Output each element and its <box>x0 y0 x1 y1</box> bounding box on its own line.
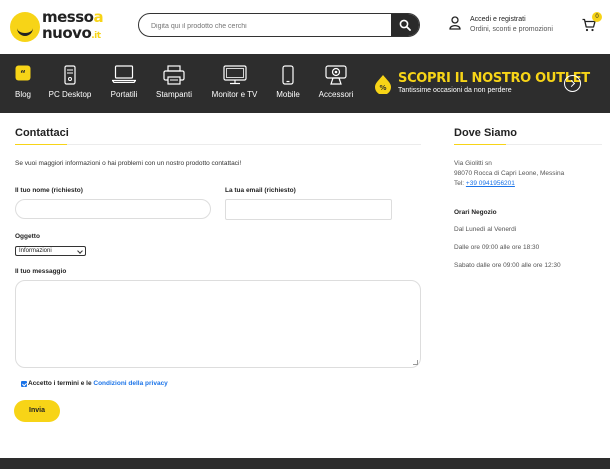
nav-item-accessori[interactable]: Accessori <box>315 54 357 113</box>
search-icon <box>399 19 411 31</box>
hours-saturday: Sabato dalle ore 09:00 alle ore 12:30 <box>454 262 561 269</box>
resize-handle-icon[interactable] <box>413 360 418 365</box>
nav-item-pc-desktop[interactable]: PC Desktop <box>45 54 95 113</box>
address-line-1: Via Giolitti sn <box>454 160 492 167</box>
message-label: Il tuo messaggio <box>15 268 67 275</box>
account-subtitle: Ordini, sconti e promozioni <box>470 26 553 33</box>
hours-title: Orari Negozio <box>454 209 497 216</box>
nav-item-label: Accessori <box>318 90 354 99</box>
nav-item-label: Mobile <box>276 90 300 99</box>
privacy-checkbox[interactable] <box>21 381 27 387</box>
account-title: Accedi e registrati <box>470 16 526 23</box>
nav-item-blog[interactable]: “ Blog <box>5 54 41 113</box>
printer-icon <box>163 65 185 85</box>
email-label: La tua email (richiesto) <box>225 187 296 194</box>
name-label: Il tuo nome (richiesto) <box>15 187 83 194</box>
search-button[interactable] <box>391 14 419 36</box>
svg-text:“: “ <box>20 70 26 80</box>
submit-button[interactable]: Invia <box>14 400 60 422</box>
outlet-subtitle: Tantissime occasioni da non perdere <box>398 87 512 94</box>
nav-item-label: PC Desktop <box>48 90 92 99</box>
logo-smiley-icon <box>10 12 40 42</box>
hours-days: Dal Lunedì al Venerdì <box>454 226 517 233</box>
subject-select[interactable]: Informazioni <box>15 246 86 256</box>
category-nav: “ Blog PC Desktop Portatili Stampanti Mo… <box>0 54 610 113</box>
phone-link[interactable]: +39 0941956201 <box>466 180 515 187</box>
outlet-percent-icon: % <box>375 75 391 94</box>
account-link[interactable]: Accedi e registrati Ordini, sconti e pro… <box>449 14 559 38</box>
laptop-icon <box>112 65 136 83</box>
nav-item-monitor-tv[interactable]: Monitor e TV <box>207 54 262 113</box>
contact-title-divider <box>15 144 421 145</box>
webcam-icon <box>325 65 347 85</box>
nav-item-stampanti[interactable]: Stampanti <box>151 54 197 113</box>
user-icon <box>449 16 461 30</box>
search-input[interactable] <box>151 18 386 34</box>
outlet-banner[interactable]: % SCOPRI IL NOSTRO OUTLET Tantissime occ… <box>370 54 610 113</box>
blog-icon: “ <box>15 65 31 81</box>
privacy-terms-label: Accetto i termini e le Condizioni della … <box>28 380 168 387</box>
message-textarea[interactable] <box>15 280 421 368</box>
location-title: Dove Siamo <box>454 127 517 139</box>
svg-text:%: % <box>379 84 386 92</box>
cart-button[interactable]: 0 <box>582 12 602 34</box>
location-title-divider <box>454 144 602 145</box>
nav-item-label: Monitor e TV <box>211 90 258 99</box>
name-field[interactable] <box>15 199 211 219</box>
header: messoa nuovo.it Accedi e registrati Ordi… <box>0 0 610 54</box>
monitor-icon <box>222 65 247 85</box>
nav-item-label: Blog <box>14 90 31 99</box>
phone-line: Tel: +39 0941956201 <box>454 180 515 187</box>
cart-count-badge: 0 <box>592 12 602 22</box>
logo-text: messoa nuovo.it <box>42 8 104 42</box>
chevron-right-icon[interactable] <box>564 75 581 92</box>
nav-item-label: Portatili <box>110 90 138 99</box>
contact-title: Contattaci <box>15 127 69 139</box>
search-bar <box>138 13 420 37</box>
email-field[interactable] <box>225 199 392 220</box>
nav-item-portatili[interactable]: Portatili <box>103 54 145 113</box>
nav-item-label: Stampanti <box>155 90 193 99</box>
subject-label: Oggetto <box>15 233 40 240</box>
privacy-link[interactable]: Condizioni della privacy <box>93 380 167 387</box>
address-line-2: 98070 Rocca di Capri Leone, Messina <box>454 170 565 177</box>
footer <box>0 458 610 469</box>
pc-desktop-icon <box>64 65 76 85</box>
smartphone-icon <box>282 65 294 85</box>
nav-item-mobile[interactable]: Mobile <box>272 54 304 113</box>
logo[interactable]: messoa nuovo.it <box>10 8 114 46</box>
outlet-title: SCOPRI IL NOSTRO OUTLET <box>398 71 590 86</box>
hours-weekday: Dalle ore 09:00 alle ore 18:30 <box>454 244 540 251</box>
contact-intro: Se vuoi maggiori informazioni o hai prob… <box>15 160 242 167</box>
